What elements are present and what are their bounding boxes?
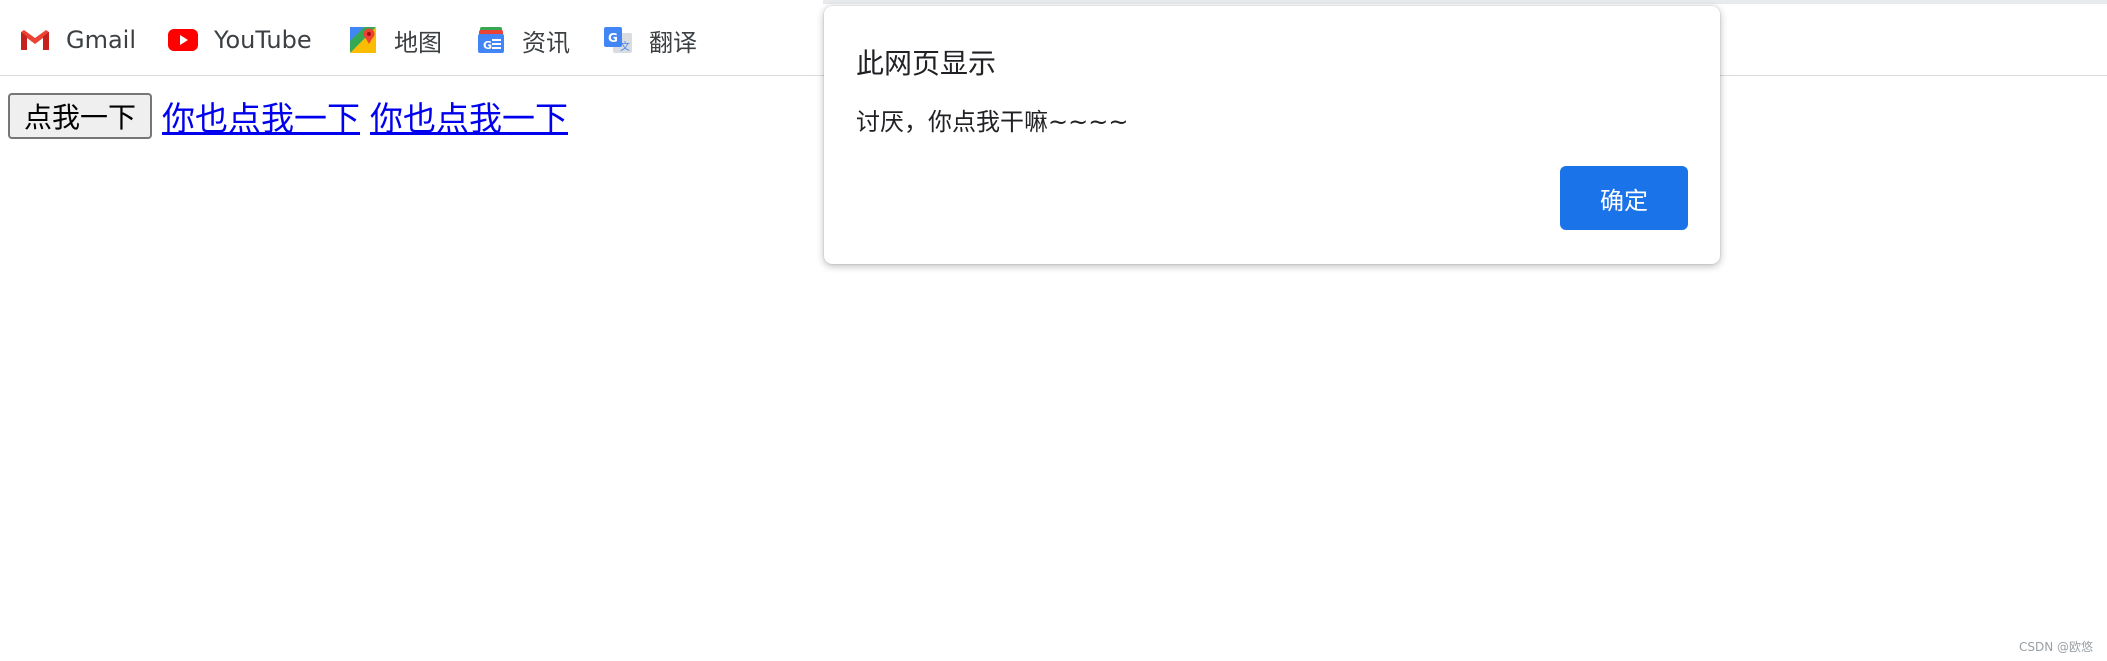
gmail-icon <box>18 23 52 57</box>
watermark: CSDN @欧悠 <box>2018 640 2093 654</box>
bookmark-label: Gmail <box>66 26 137 54</box>
link-click-me-too-1[interactable]: 你也点我一下 <box>162 92 360 140</box>
svg-text:G: G <box>608 31 618 45</box>
youtube-icon <box>166 23 200 57</box>
maps-icon <box>346 23 380 57</box>
alert-message: 讨厌，你点我干嘛~~~~ <box>856 108 1129 136</box>
link-click-me-too-2[interactable]: 你也点我一下 <box>370 92 568 140</box>
translate-icon: G 文 <box>601 23 635 57</box>
bookmark-label: 翻译 <box>649 28 697 57</box>
bookmark-label: 地图 <box>394 28 442 57</box>
bookmark-gmail[interactable]: Gmail <box>18 20 136 60</box>
page-content: 点我一下 你也点我一下 你也点我一下 <box>8 92 568 140</box>
svg-text:G: G <box>483 39 492 52</box>
bookmark-label: YouTube <box>214 26 312 54</box>
alert-title: 此网页显示 <box>856 47 997 80</box>
bookmark-maps[interactable]: 地图 <box>346 20 442 60</box>
news-icon: G <box>474 23 508 57</box>
bookmark-translate[interactable]: G 文 翻译 <box>601 20 697 60</box>
bookmark-youtube[interactable]: YouTube <box>166 20 312 60</box>
alert-ok-button[interactable]: 确定 <box>1560 166 1688 230</box>
bookmark-news[interactable]: G 资讯 <box>474 20 570 60</box>
bookmark-label: 资讯 <box>522 28 570 57</box>
alert-dialog: 此网页显示 讨厌，你点我干嘛~~~~ 确定 <box>824 6 1720 264</box>
svg-text:文: 文 <box>620 40 630 53</box>
click-me-button[interactable]: 点我一下 <box>8 93 153 139</box>
